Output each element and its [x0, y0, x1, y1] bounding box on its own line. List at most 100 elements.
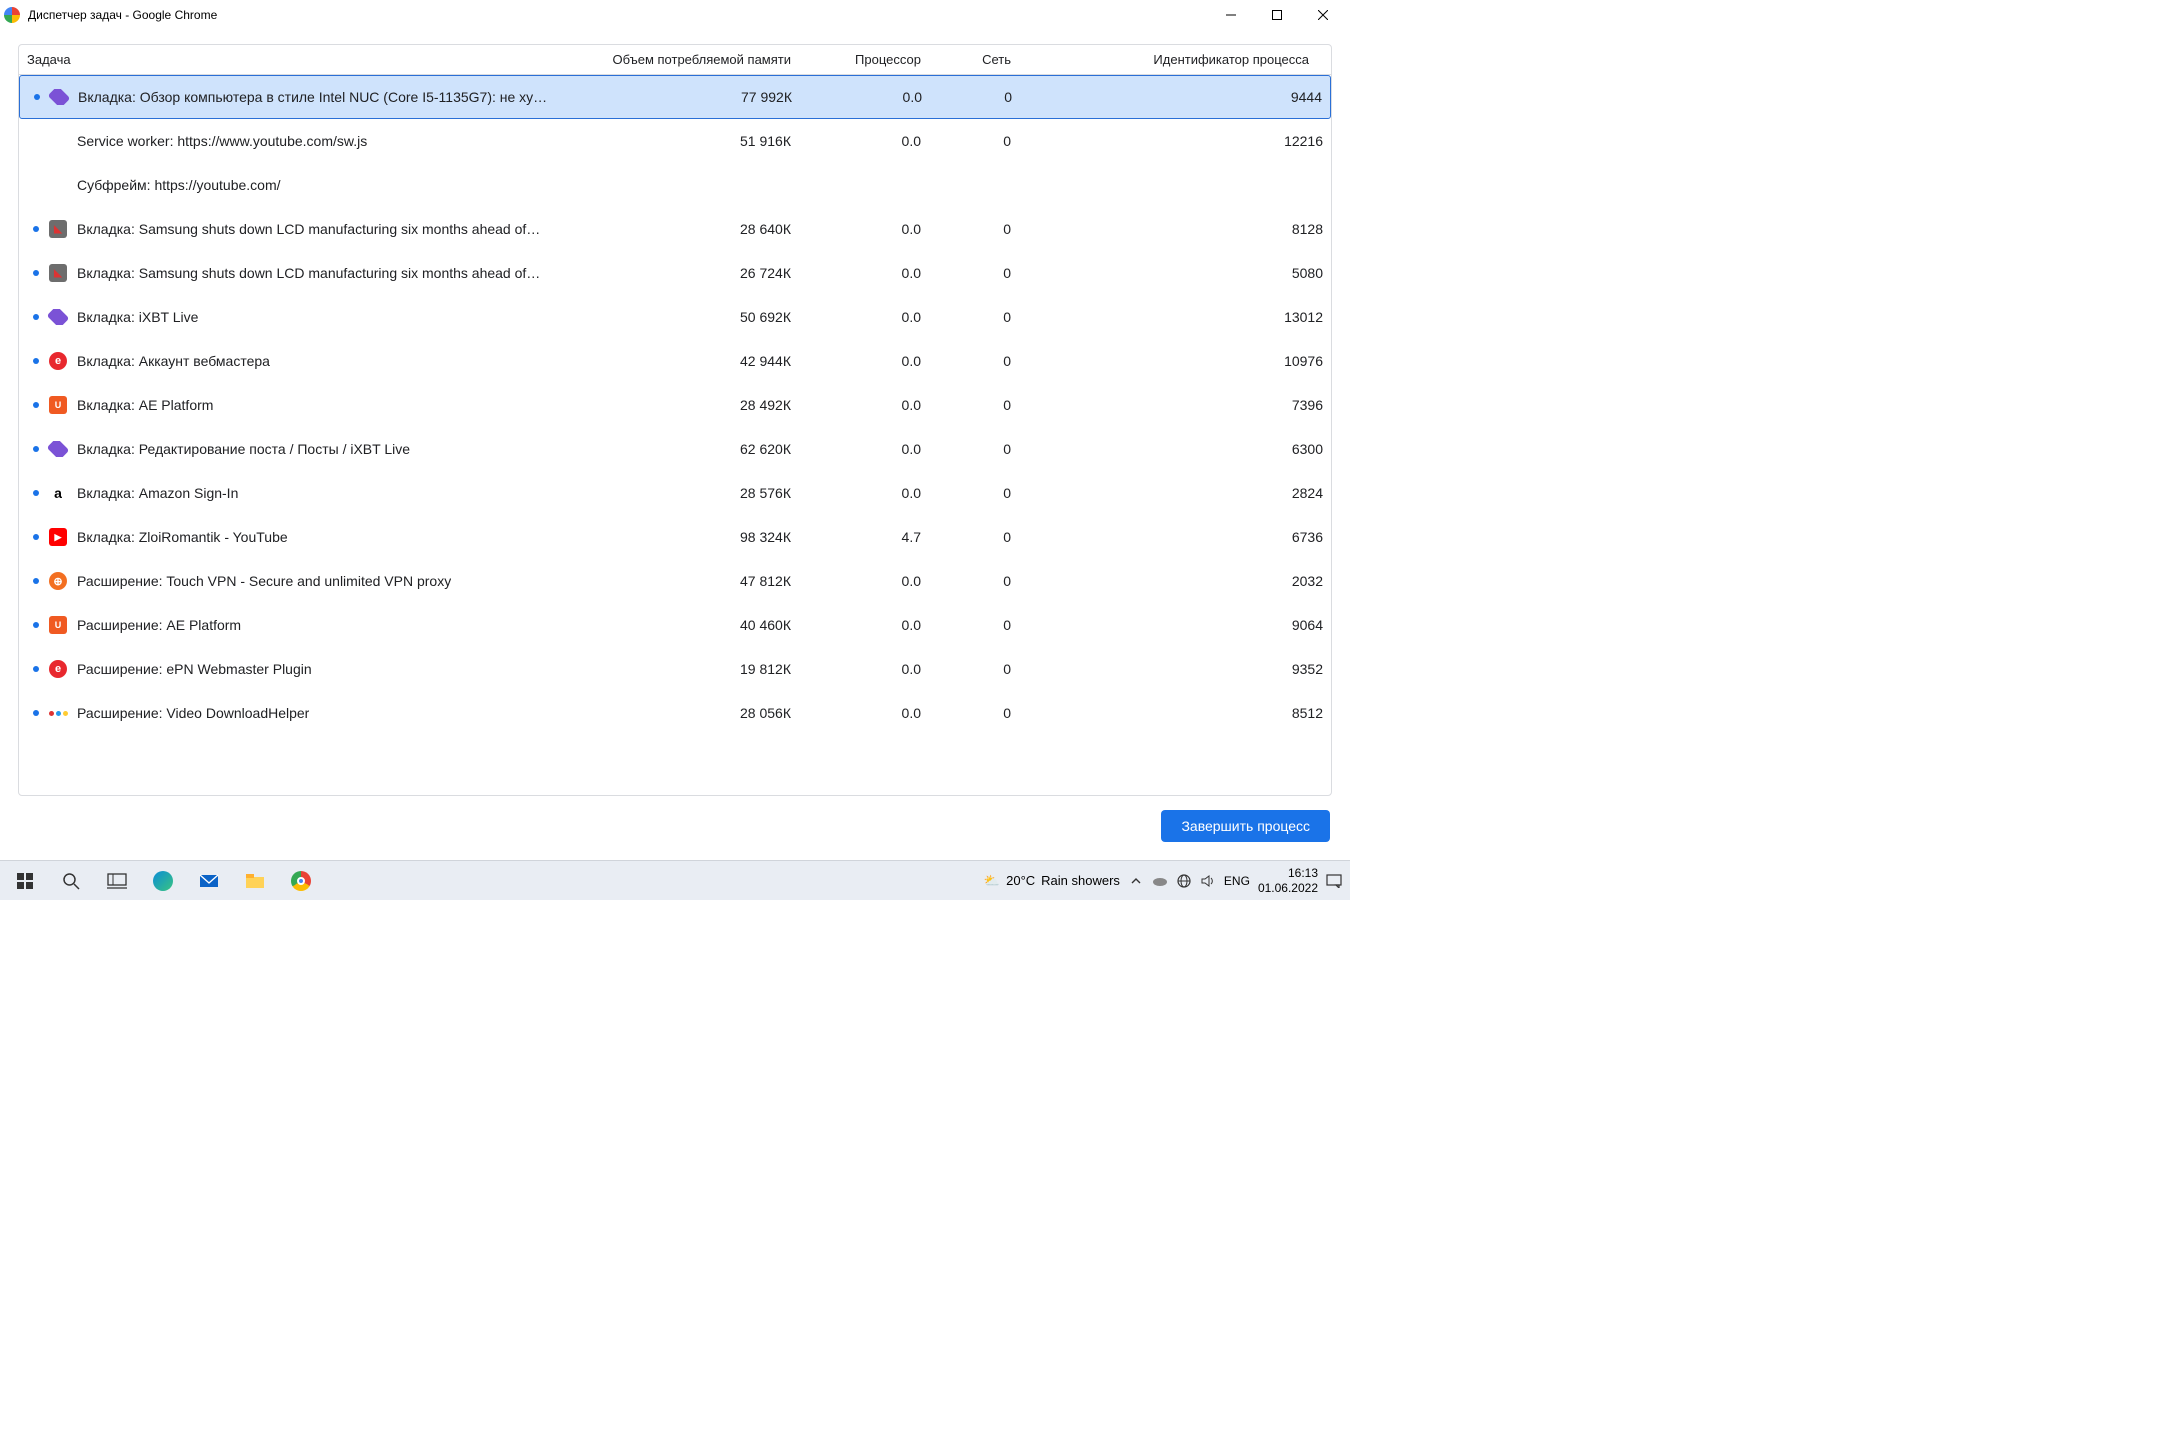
col-cpu[interactable]: Процессор — [799, 52, 929, 67]
task-view-button[interactable] — [96, 861, 138, 901]
task-name: Расширение: AE Platform — [77, 617, 241, 633]
cell-cpu: 0.0 — [799, 309, 929, 325]
cell-memory: 47 812К — [579, 573, 799, 589]
table-row[interactable]: eВкладка: Аккаунт вебмастера42 944К0.001… — [19, 339, 1331, 383]
maximize-button[interactable] — [1254, 0, 1300, 30]
table-row[interactable]: ◣Вкладка: Samsung shuts down LCD manufac… — [19, 207, 1331, 251]
task-name: Расширение: ePN Webmaster Plugin — [77, 661, 312, 677]
cell-pid: 5080 — [1019, 265, 1331, 281]
cell-memory: 28 576К — [579, 485, 799, 501]
table-row[interactable]: Вкладка: Обзор компьютера в стиле Intel … — [19, 75, 1331, 119]
end-process-button[interactable]: Завершить процесс — [1161, 810, 1330, 842]
edge-app-icon[interactable] — [142, 861, 184, 901]
table-row[interactable]: ▶Вкладка: ZloiRomantik - YouTube98 324К4… — [19, 515, 1331, 559]
cell-pid: 8512 — [1019, 705, 1331, 721]
search-button[interactable] — [50, 861, 92, 901]
favicon-ixbt-icon — [48, 89, 71, 105]
table-row[interactable]: eРасширение: ePN Webmaster Plugin19 812К… — [19, 647, 1331, 691]
table-body[interactable]: Вкладка: Обзор компьютера в стиле Intel … — [19, 75, 1331, 795]
cell-pid: 8128 — [1019, 221, 1331, 237]
active-bullet-icon — [33, 534, 39, 540]
active-bullet-icon — [33, 710, 39, 716]
favicon-ixbt-icon — [47, 309, 70, 325]
explorer-app-icon[interactable] — [234, 861, 276, 901]
active-bullet-icon — [33, 138, 39, 144]
favicon-generic-icon: ◣ — [49, 264, 67, 282]
cell-pid: 6300 — [1019, 441, 1331, 457]
cell-network: 0 — [929, 441, 1019, 457]
favicon-youtube-icon: ▶ — [49, 528, 67, 546]
col-pid[interactable]: Идентификатор процесса — [1019, 52, 1317, 67]
clock[interactable]: 16:13 01.06.2022 — [1258, 866, 1318, 895]
cell-pid: 6736 — [1019, 529, 1331, 545]
table-row[interactable]: UВкладка: AE Platform28 492К0.007396 — [19, 383, 1331, 427]
cell-cpu: 0.0 — [799, 617, 929, 633]
cell-network: 0 — [929, 265, 1019, 281]
cell-network: 0 — [929, 397, 1019, 413]
onedrive-icon[interactable] — [1152, 873, 1168, 889]
task-name: Вкладка: Редактирование поста / Посты / … — [77, 441, 410, 457]
active-bullet-icon — [33, 578, 39, 584]
col-network[interactable]: Сеть — [929, 52, 1019, 67]
clock-time: 16:13 — [1258, 866, 1318, 880]
chrome-app-icon[interactable] — [280, 861, 322, 901]
table-row[interactable]: aВкладка: Amazon Sign-In28 576К0.002824 — [19, 471, 1331, 515]
start-button[interactable] — [4, 861, 46, 901]
cell-memory: 28 056К — [579, 705, 799, 721]
cell-pid: 13012 — [1019, 309, 1331, 325]
task-name: Расширение: Touch VPN - Secure and unlim… — [77, 573, 451, 589]
action-center-icon[interactable] — [1326, 873, 1342, 889]
active-bullet-icon — [34, 94, 40, 100]
content-area: Задача Объем потребляемой памяти Процесс… — [0, 30, 1350, 860]
network-icon[interactable] — [1176, 873, 1192, 889]
cell-memory: 50 692К — [579, 309, 799, 325]
table-row[interactable]: Service worker: https://www.youtube.com/… — [19, 119, 1331, 163]
cell-network: 0 — [929, 309, 1019, 325]
chrome-icon — [4, 7, 20, 23]
cell-pid: 9064 — [1019, 617, 1331, 633]
task-name: Вкладка: Samsung shuts down LCD manufact… — [77, 221, 540, 237]
col-task[interactable]: Задача — [19, 52, 579, 67]
table-row[interactable]: Расширение: Video DownloadHelper28 056К0… — [19, 691, 1331, 735]
col-memory[interactable]: Объем потребляемой памяти — [579, 52, 799, 67]
task-name: Вкладка: Amazon Sign-In — [77, 485, 238, 501]
cell-cpu: 0.0 — [799, 441, 929, 457]
window-title: Диспетчер задач - Google Chrome — [28, 8, 217, 22]
cell-memory: 42 944К — [579, 353, 799, 369]
cell-memory: 40 460К — [579, 617, 799, 633]
cell-network: 0 — [929, 573, 1019, 589]
favicon-aep-icon: U — [49, 616, 67, 634]
weather-widget[interactable]: ⛅ 20°C Rain showers — [984, 873, 1120, 889]
table-row[interactable]: Вкладка: Редактирование поста / Посты / … — [19, 427, 1331, 471]
language-indicator[interactable]: ENG — [1224, 874, 1250, 888]
active-bullet-icon — [33, 402, 39, 408]
cell-pid: 10976 — [1019, 353, 1331, 369]
cell-pid: 12216 — [1019, 133, 1331, 149]
favicon-amazon-icon: a — [49, 484, 67, 502]
clock-date: 01.06.2022 — [1258, 881, 1318, 895]
volume-icon[interactable] — [1200, 873, 1216, 889]
cell-network: 0 — [929, 617, 1019, 633]
table-row[interactable]: ⊕Расширение: Touch VPN - Secure and unli… — [19, 559, 1331, 603]
table-row[interactable]: U Расширение: AE Platform 40 460К0.009064 — [19, 603, 1331, 647]
task-name: Субфрейм: https://youtube.com/ — [77, 177, 281, 193]
table-header: Задача Объем потребляемой памяти Процесс… — [19, 45, 1331, 75]
cell-memory: 62 620К — [579, 441, 799, 457]
active-bullet-icon — [33, 358, 39, 364]
table-row[interactable]: ◣Вкладка: Samsung shuts down LCD manufac… — [19, 251, 1331, 295]
cell-memory: 28 492К — [579, 397, 799, 413]
footer: Завершить процесс — [18, 796, 1332, 848]
cell-network: 0 — [929, 705, 1019, 721]
cell-memory: 28 640К — [579, 221, 799, 237]
active-bullet-icon — [33, 666, 39, 672]
cell-cpu: 0.0 — [799, 661, 929, 677]
minimize-button[interactable] — [1208, 0, 1254, 30]
table-row[interactable]: Вкладка: iXBT Live50 692К0.0013012 — [19, 295, 1331, 339]
cell-cpu: 0.0 — [799, 133, 929, 149]
cell-cpu: 0.0 — [799, 397, 929, 413]
close-button[interactable] — [1300, 0, 1346, 30]
mail-app-icon[interactable] — [188, 861, 230, 901]
table-row[interactable]: Субфрейм: https://youtube.com/ — [19, 163, 1331, 207]
active-bullet-icon — [33, 182, 39, 188]
tray-chevron-up-icon[interactable] — [1128, 873, 1144, 889]
